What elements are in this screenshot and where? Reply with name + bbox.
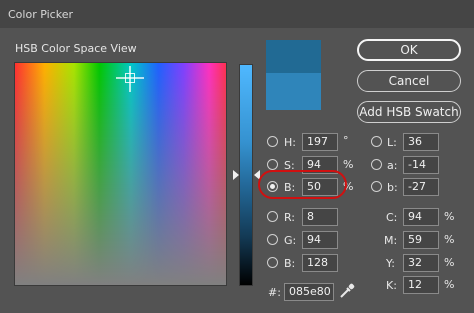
m-unit: % xyxy=(444,233,455,246)
title-bar: Color Picker xyxy=(0,0,474,28)
hex-input[interactable]: 085e80 xyxy=(284,283,334,301)
hsb-view-label: HSB Color Space View xyxy=(15,42,137,55)
h-input[interactable]: 197 xyxy=(302,133,338,151)
r-label: R: xyxy=(284,211,296,224)
current-color-swatch[interactable] xyxy=(266,73,321,110)
c-unit: % xyxy=(444,210,455,223)
window-title: Color Picker xyxy=(8,7,73,21)
slider-left-arrow-icon[interactable] xyxy=(233,170,239,180)
k-input[interactable]: 12 xyxy=(403,276,439,294)
g-input[interactable]: 94 xyxy=(302,231,338,249)
brightness-slider[interactable] xyxy=(239,64,253,286)
a-label: a: xyxy=(387,159,398,172)
k-unit: % xyxy=(444,278,455,291)
k-label: K: xyxy=(386,279,397,292)
y-input[interactable]: 32 xyxy=(403,254,439,272)
hex-label: #: xyxy=(268,286,281,299)
radio-s[interactable] xyxy=(267,159,278,170)
radio-h[interactable] xyxy=(267,136,278,147)
radio-a[interactable] xyxy=(371,159,382,170)
y-label: Y: xyxy=(386,257,395,270)
radio-g[interactable] xyxy=(267,234,278,245)
r-input[interactable]: 8 xyxy=(302,208,338,226)
radio-lab-b[interactable] xyxy=(371,181,382,192)
c-label: C: xyxy=(386,211,398,224)
cancel-button[interactable]: Cancel xyxy=(357,70,461,92)
radio-r[interactable] xyxy=(267,211,278,222)
ok-button[interactable]: OK xyxy=(357,39,461,61)
new-color-swatch xyxy=(266,40,321,73)
h-label: H: xyxy=(284,136,296,149)
radio-rgb-b[interactable] xyxy=(267,257,278,268)
m-label: M: xyxy=(384,234,398,247)
l-label: L: xyxy=(387,136,397,149)
lab-b-label: b: xyxy=(387,181,398,194)
y-unit: % xyxy=(444,256,455,269)
rgb-b-label: B: xyxy=(284,257,296,270)
color-field[interactable] xyxy=(14,62,227,286)
eyedropper-icon[interactable] xyxy=(338,282,356,300)
radio-l[interactable] xyxy=(371,136,382,147)
rgb-b-input[interactable]: 128 xyxy=(302,254,338,272)
g-label: G: xyxy=(284,234,297,247)
brightness-highlight-annotation xyxy=(258,170,347,199)
a-input[interactable]: -14 xyxy=(403,156,439,174)
color-field-crosshair[interactable] xyxy=(116,66,144,92)
h-unit: ° xyxy=(343,134,349,147)
l-input[interactable]: 36 xyxy=(403,133,439,151)
add-hsb-swatch-button[interactable]: Add HSB Swatch xyxy=(357,101,461,123)
s-unit: % xyxy=(343,158,354,171)
m-input[interactable]: 59 xyxy=(403,231,439,249)
lab-b-input[interactable]: -27 xyxy=(403,178,439,196)
c-input[interactable]: 94 xyxy=(403,208,439,226)
